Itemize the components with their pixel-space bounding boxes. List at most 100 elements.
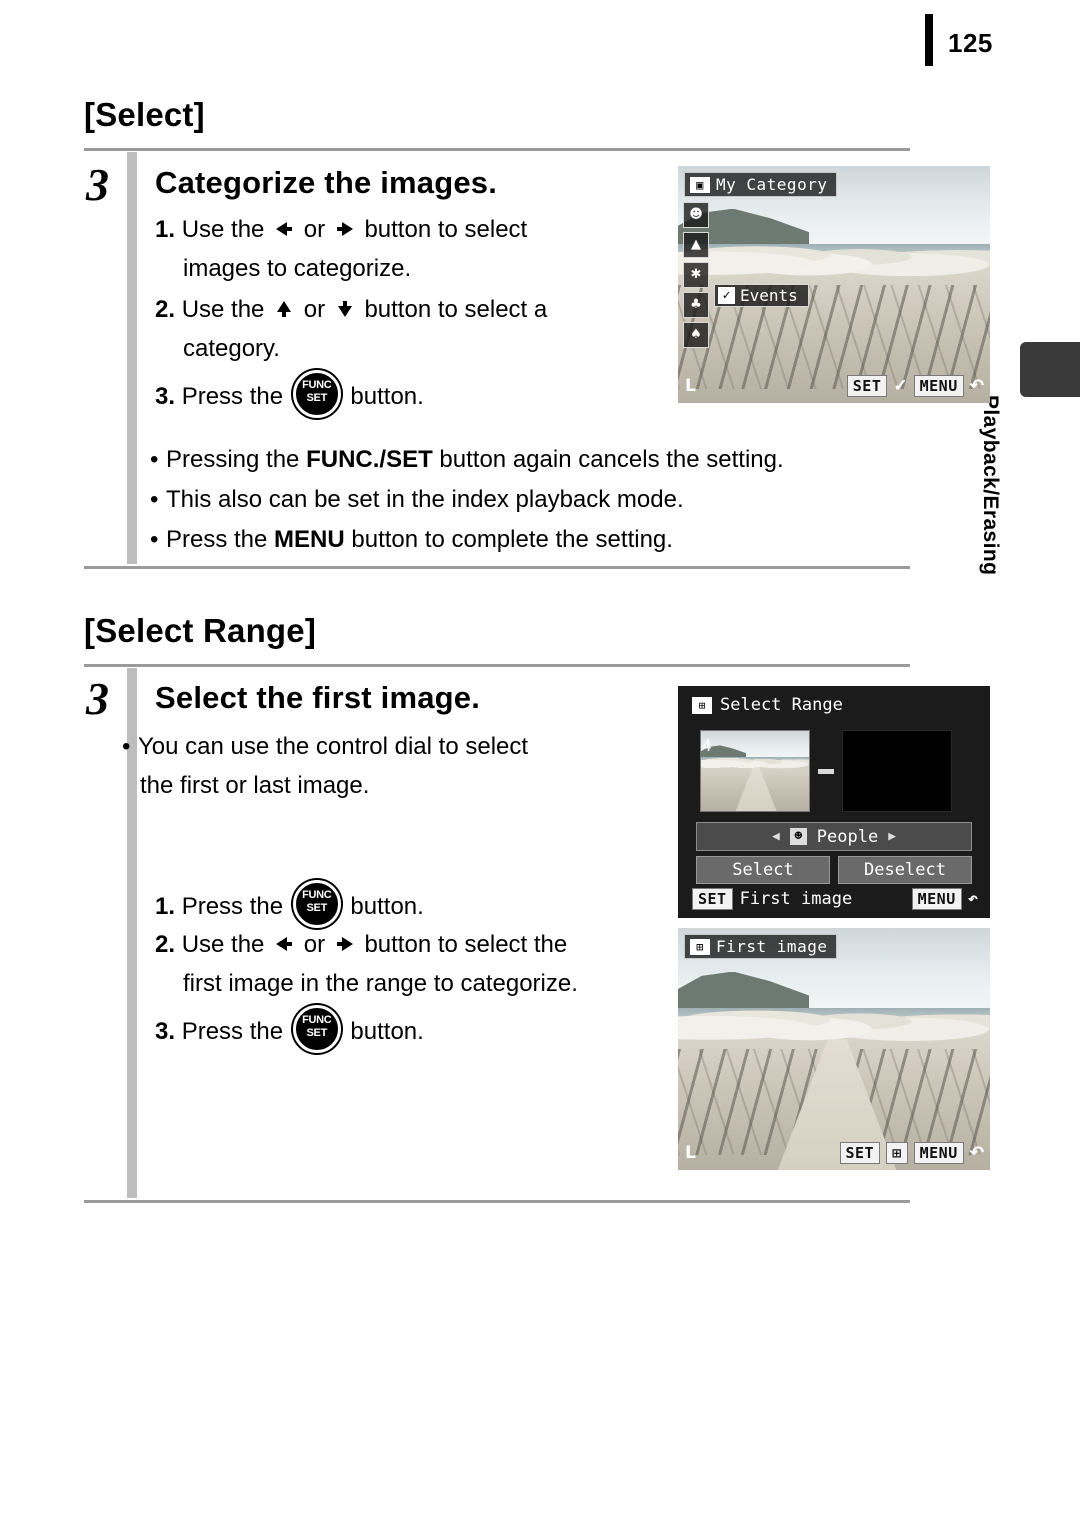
- screenshot-select-range: ⊞ Select Range 4 ◀ ☻ People ▶ Select Des…: [678, 686, 990, 918]
- instruction-number: 3.: [155, 383, 176, 410]
- beach-photo: [701, 731, 809, 811]
- screen-title: First image: [716, 937, 828, 956]
- right-arrow-icon[interactable]: ▶: [888, 829, 896, 844]
- select-range-icon: ⊞: [690, 938, 710, 955]
- screen-key-guide: SET ✓ MENU ↶: [846, 375, 984, 397]
- scenery-icon[interactable]: ▲: [683, 232, 709, 258]
- category-icon-strip: ☻ ▲ ✱ ♣ ♠: [683, 202, 709, 348]
- step-number-1: 3: [86, 159, 109, 210]
- thumbnail-first[interactable]: [700, 730, 810, 812]
- action-buttons: Select Deselect: [696, 856, 972, 884]
- select-range-icon: ⊞: [692, 696, 712, 714]
- image-quality-indicator: L: [685, 1143, 696, 1163]
- people-icon: ☻: [789, 828, 807, 845]
- category2-icon[interactable]: ♠: [683, 322, 709, 348]
- instruction-text-tail: button.: [350, 893, 424, 920]
- left-arrow-button-icon: [273, 933, 295, 955]
- divider-1: [84, 148, 910, 151]
- divider-2: [84, 566, 910, 569]
- instruction-text: Press the: [181, 893, 284, 920]
- bullet-text-pre: This also can be set in the index playba…: [166, 486, 684, 513]
- screen-key-guide: SET ⊞ MENU ↶: [839, 1142, 984, 1164]
- instruction-continuation: first image in the range to categorize.: [183, 970, 578, 997]
- category1-icon[interactable]: ♣: [683, 292, 709, 318]
- events-icon[interactable]: ✱: [683, 262, 709, 288]
- left-arrow-icon[interactable]: ◀: [772, 829, 780, 844]
- right-arrow-button-icon: [334, 218, 356, 240]
- instruction-1-2: 2. Use the or button to select a categor…: [155, 290, 675, 368]
- bullet-text-post: button again cancels the setting.: [432, 446, 784, 473]
- instruction-text: Use the: [181, 931, 265, 958]
- bullet-text-bold: FUNC./SET: [306, 446, 433, 473]
- instruction-2-2: 2. Use the or button to select the first…: [155, 925, 695, 1003]
- category-selector-row[interactable]: ◀ ☻ People ▶: [696, 822, 972, 851]
- bullet-1-1: • Pressing the FUNC./SET button again can…: [150, 440, 950, 479]
- instruction-1-3: 3. Press the FUNC SET button.: [155, 370, 675, 418]
- instruction-text-tail: button to select: [364, 216, 528, 243]
- screen-title: Select Range: [720, 695, 843, 715]
- beach-photo: [678, 928, 990, 1170]
- bullet-text-pre: Press the: [166, 526, 275, 553]
- left-arrow-button-icon: [273, 218, 295, 240]
- screen-title: My Category: [716, 175, 828, 194]
- instruction-text: Press the: [181, 383, 284, 410]
- instruction-text-tail: button to select a: [364, 296, 548, 323]
- bullet-text-post: button to complete the setting.: [344, 526, 673, 553]
- section-title-select-range: [Select Range]: [84, 612, 317, 649]
- step-title-2: Select the first image.: [155, 680, 481, 715]
- bullet-dot: •: [150, 486, 159, 513]
- range-dash: [818, 768, 834, 774]
- instruction-2-3: 3. Press the FUNC SET button.: [155, 1005, 675, 1053]
- screenshot-my-category: ▣ My Category ☻ ▲ ✱ ♣ ♠ ✓ Events L SET ✓…: [678, 166, 990, 403]
- bullet-1-3: • Press the MENU button to complete the s…: [150, 520, 950, 559]
- divider-4: [84, 1200, 910, 1203]
- page-number-rule: [925, 14, 933, 66]
- set-check-icon: ✓: [893, 376, 908, 395]
- bullet-text-pre: You can use the control dial to select: [138, 733, 529, 760]
- instruction-text: Use the: [181, 296, 265, 323]
- instruction-1-1: 1. Use the or button to select images to…: [155, 210, 665, 288]
- instruction-text-tail: button.: [350, 1018, 424, 1045]
- bullet-dot: •: [150, 446, 159, 473]
- instruction-conjunction: or: [303, 931, 326, 958]
- image-quality-indicator: L: [685, 376, 696, 396]
- bullet-dot: •: [150, 526, 159, 553]
- people-icon[interactable]: ☻: [683, 202, 709, 228]
- selected-category-label: ✓ Events: [714, 284, 809, 307]
- screen-title-bar: ⊞ Select Range: [692, 695, 843, 715]
- menu-key: MENU: [913, 375, 964, 397]
- screen-title-bar: ⊞ First image: [684, 934, 838, 959]
- select-button[interactable]: Select: [696, 856, 830, 884]
- down-arrow-button-icon: [334, 298, 356, 320]
- instruction-text-tail: button to select the: [364, 931, 568, 958]
- thumbnail-row: [700, 730, 968, 812]
- set-key: SET: [692, 888, 733, 910]
- page-number: 125: [948, 28, 993, 58]
- thumbnail-last[interactable]: [842, 730, 952, 812]
- instruction-conjunction: or: [303, 216, 326, 243]
- instruction-text-tail: button.: [350, 383, 424, 410]
- set-key: SET: [846, 375, 888, 397]
- instruction-number: 2.: [155, 296, 176, 323]
- bullet-dot: •: [122, 733, 131, 760]
- screen-key-guide: SET First image MENU ↶: [692, 888, 978, 910]
- set-key-action: First image: [739, 889, 853, 909]
- check-icon: ✓: [718, 287, 735, 304]
- divider-3: [84, 664, 910, 667]
- deselect-button[interactable]: Deselect: [838, 856, 972, 884]
- func-set-button-icon: FUNC SET: [292, 370, 341, 418]
- bullet-continuation: the first or last image.: [140, 772, 370, 799]
- select-range-icon: ⊞: [886, 1142, 908, 1164]
- func-set-button-icon: FUNC SET: [292, 880, 341, 928]
- select-range-panel: ⊞ Select Range 4 ◀ ☻ People ▶ Select Des…: [678, 686, 990, 918]
- category-name: Events: [740, 286, 798, 305]
- bullet-text-pre: Pressing the: [166, 446, 307, 473]
- section-title-select: [Select]: [84, 96, 205, 133]
- instruction-number: 1.: [155, 216, 176, 243]
- instruction-number: 2.: [155, 931, 176, 958]
- func-set-button-icon: FUNC SET: [292, 1005, 341, 1053]
- instruction-conjunction: or: [303, 296, 326, 323]
- instruction-number: 1.: [155, 893, 176, 920]
- instruction-text: Use the: [181, 216, 265, 243]
- chapter-tab: [1020, 342, 1080, 397]
